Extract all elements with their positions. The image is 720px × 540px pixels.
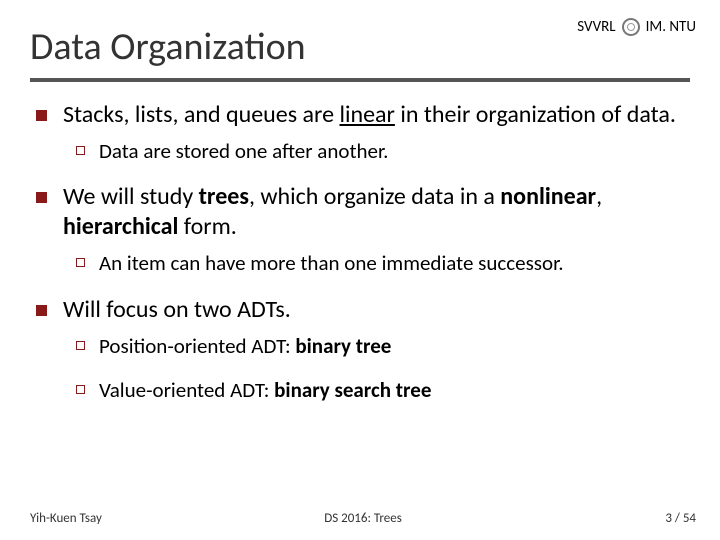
slide: SVVRL IM. NTU Data Organization Stacks, … [0, 0, 720, 540]
header-right: SVVRL IM. NTU [577, 18, 696, 36]
org-left: SVVRL [577, 18, 615, 36]
footer-author: Yih-Kuen Tsay [30, 511, 102, 526]
square-bullet-icon [36, 110, 47, 121]
bullet-l2: Position-oriented ADT: binary tree [76, 333, 684, 359]
slide-title: Data Organization [30, 24, 306, 70]
square-bullet-icon [36, 305, 47, 316]
bullet-l2: An item can have more than one immediate… [76, 250, 684, 276]
bullet-l1: We will study trees, which organize data… [36, 182, 684, 242]
subbullet-text: Data are stored one after another. [99, 138, 388, 164]
title-rule [30, 78, 690, 82]
hollow-square-bullet-icon [76, 385, 85, 394]
hollow-square-bullet-icon [76, 341, 85, 350]
bullet-l1: Will focus on two ADTs. [36, 295, 684, 325]
org-right: IM. NTU [646, 18, 696, 36]
subbullet-text: An item can have more than one immediate… [99, 250, 564, 276]
square-bullet-icon [36, 192, 47, 203]
slide-body: Stacks, lists, and queues are linear in … [36, 100, 684, 421]
university-seal-icon [622, 18, 640, 36]
bullet-text: We will study trees, which organize data… [63, 182, 684, 242]
footer-page: 3 / 54 [665, 511, 696, 526]
bullet-text: Will focus on two ADTs. [63, 295, 291, 325]
bullet-l1: Stacks, lists, and queues are linear in … [36, 100, 684, 130]
footer: Yih-Kuen Tsay DS 2016: Trees 3 / 54 [30, 511, 696, 526]
bullet-text: Stacks, lists, and queues are linear in … [63, 100, 676, 130]
footer-course: DS 2016: Trees [324, 511, 402, 526]
subbullet-text: Value-oriented ADT: binary search tree [99, 377, 431, 403]
hollow-square-bullet-icon [76, 258, 85, 267]
bullet-l2: Value-oriented ADT: binary search tree [76, 377, 684, 403]
hollow-square-bullet-icon [76, 146, 85, 155]
bullet-l2: Data are stored one after another. [76, 138, 684, 164]
subbullet-text: Position-oriented ADT: binary tree [99, 333, 391, 359]
